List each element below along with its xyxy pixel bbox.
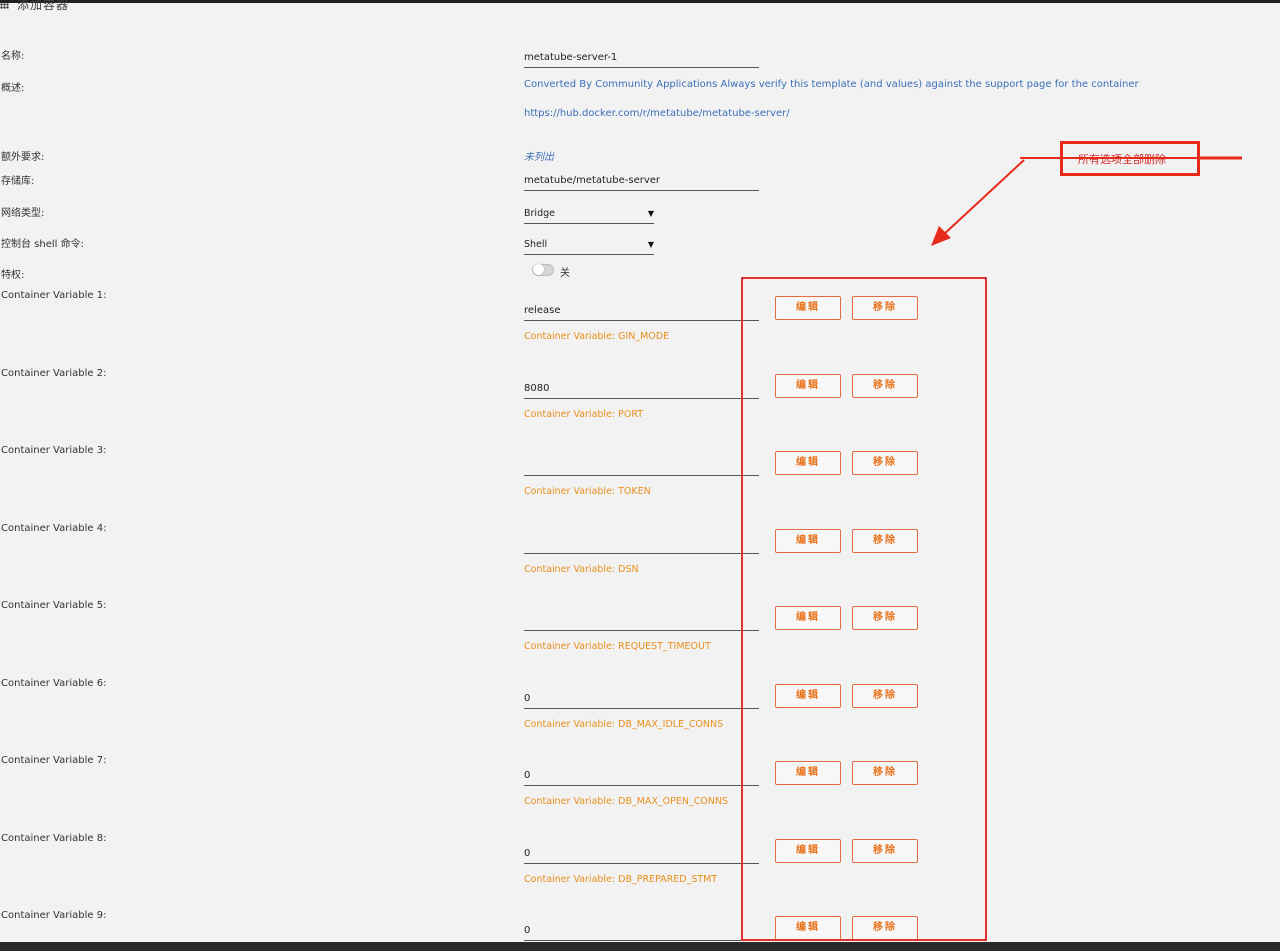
bottom-bar <box>0 942 1280 951</box>
annotation-arrow <box>931 156 1242 246</box>
